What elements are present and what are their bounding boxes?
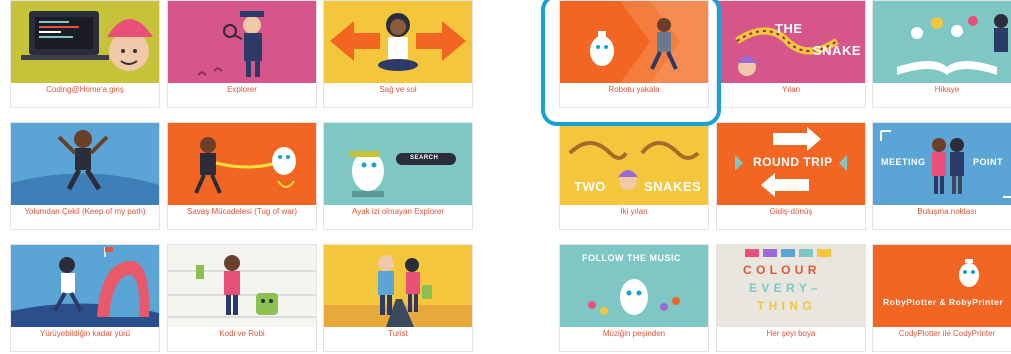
activity-card-coding-at-home[interactable]: Coding@Home'a giriş [10,0,160,108]
activity-caption: Buluşma noktası [917,207,977,216]
activity-caption: Yılan [781,85,801,94]
activity-caption: Robotu yakala [608,85,660,94]
activity-card-catch-robot[interactable]: Robotu yakala [559,0,709,108]
activity-card-roby-plotter[interactable]: RobyPlotter & RobyPrinter CodyPlotter il… [872,244,1011,352]
activity-card-tug-of-war[interactable]: Savaş Mücadelesi (Tug of war) [167,122,317,230]
snake-title-line1: THE [775,21,803,36]
tug-of-war-thumbnail [168,123,316,205]
activity-caption: Explorer [227,85,257,94]
walking-boy-thumbnail [11,245,159,327]
activity-card-story[interactable]: Hikaye [872,0,1011,108]
colour-everything-thumbnail: C O L O U R E V E R Y – T H I N G [717,245,865,327]
colour-line3: T H I N G [757,299,813,313]
roby-plotter-title: RobyPlotter & RobyPrinter [883,297,1004,307]
two-snakes-thumbnail: TWO SNAKES [560,123,708,205]
activity-caption: Turist [388,329,408,338]
round-trip-title: ROUND TRIP [753,155,833,169]
activity-caption: Yürüyebildiğin kadar yürü [39,329,131,338]
activity-caption: Sağ ve sol [379,85,417,94]
activity-card-colour-everything[interactable]: C O L O U R E V E R Y – T H I N G Her şe… [716,244,866,352]
activity-caption: CodyPlotter ile CodyPrinter [898,329,996,338]
activity-caption: Gidiş-dönüş [769,207,813,216]
story-book-thumbnail [873,1,1011,83]
colour-line1: C O L O U R [743,263,817,277]
laptop-girl-thumbnail [11,1,159,83]
activity-caption: Hikaye [934,85,960,94]
colour-line2: E V E R Y – [749,281,819,295]
meeting-point-title-line1: MEETING [881,157,926,167]
activity-card-walk-as-far[interactable]: Yürüyebildiğin kadar yürü [10,244,160,352]
kodi-robi-thumbnail [168,245,316,327]
explorer-thumbnail [168,1,316,83]
activity-caption: Kodi ve Robi [219,329,265,338]
activity-caption: Coding@Home'a giriş [46,85,124,94]
follow-music-thumbnail: FOLLOW THE MUSIC [560,245,708,327]
robot-search-thumbnail: SEARCH [324,123,472,205]
activity-card-left-right[interactable]: Sağ ve sol [323,0,473,108]
activity-card-snake[interactable]: THE SNAKE Yılan [716,0,866,108]
snake-title-line2: SNAKE [813,43,862,58]
snake-thumbnail: THE SNAKE [717,1,865,83]
follow-music-title: FOLLOW THE MUSIC [582,253,681,263]
activity-caption: İki yılan [620,207,648,216]
activity-card-kodi-robi[interactable]: Kodi ve Robi [167,244,317,352]
activity-card-tourist[interactable]: Turist [323,244,473,352]
activity-caption: Savaş Mücadelesi (Tug of war) [187,207,297,216]
activity-card-two-snakes[interactable]: TWO SNAKES İki yılan [559,122,709,230]
search-badge: SEARCH [410,155,439,161]
left-right-thumbnail [324,1,472,83]
activity-card-meeting-point[interactable]: MEETING POINT Buluşma noktası [872,122,1011,230]
meeting-point-title-line2: POINT [973,157,1004,167]
round-trip-thumbnail: ROUND TRIP [717,123,865,205]
catch-robot-thumbnail [560,1,708,83]
activity-card-follow-music[interactable]: FOLLOW THE MUSIC Müziğin peşinden [559,244,709,352]
two-snakes-title-line2: SNAKES [644,179,702,194]
activity-caption: Yolumdan Çekil (Keep of my path) [24,207,146,216]
roby-plotter-thumbnail: RobyPlotter & RobyPrinter [873,245,1011,327]
activity-card-explorer-no-footprints[interactable]: SEARCH Ayak izi olmayan Explorer [323,122,473,230]
jumping-boy-thumbnail [11,123,159,205]
two-snakes-title-line1: TWO [574,179,606,194]
activity-caption: Müziğin peşinden [602,329,666,338]
activity-card-round-trip[interactable]: ROUND TRIP Gidiş-dönüş [716,122,866,230]
activity-caption: Ayak izi olmayan Explorer [352,207,444,216]
activity-caption: Her şeyi boya [766,329,816,338]
tourist-thumbnail [324,245,472,327]
meeting-point-thumbnail: MEETING POINT [873,123,1011,205]
activity-card-keep-of-my-path[interactable]: Yolumdan Çekil (Keep of my path) [10,122,160,230]
activity-card-explorer[interactable]: Explorer [167,0,317,108]
